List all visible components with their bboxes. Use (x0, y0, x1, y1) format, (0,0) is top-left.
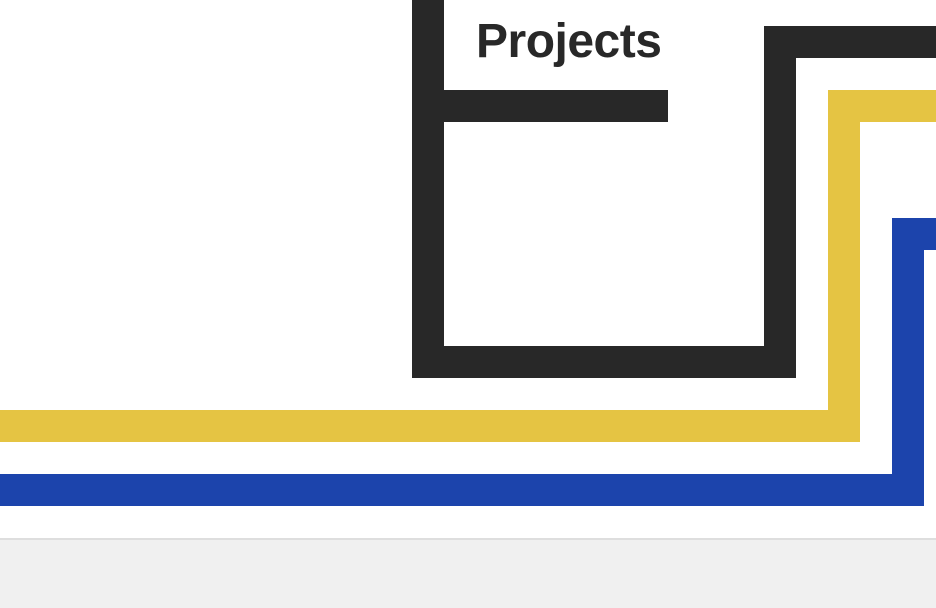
blue-line-horizontal-bottom (0, 474, 924, 506)
blue-line-vertical (892, 218, 924, 506)
decorative-line-graphic: Projects (0, 0, 936, 538)
blue-line-horizontal-top (892, 218, 936, 250)
title-underline (412, 90, 668, 122)
dark-line-horizontal-top (764, 26, 936, 58)
dark-line-vertical-left (412, 0, 444, 378)
dark-line-vertical-right (764, 26, 796, 378)
yellow-line-vertical (828, 90, 860, 442)
dark-line-horizontal-bottom (412, 346, 796, 378)
yellow-line-horizontal-top (828, 90, 936, 122)
yellow-line-horizontal-bottom (0, 410, 860, 442)
page-title: Projects (476, 15, 662, 68)
footer-bar (0, 538, 936, 608)
